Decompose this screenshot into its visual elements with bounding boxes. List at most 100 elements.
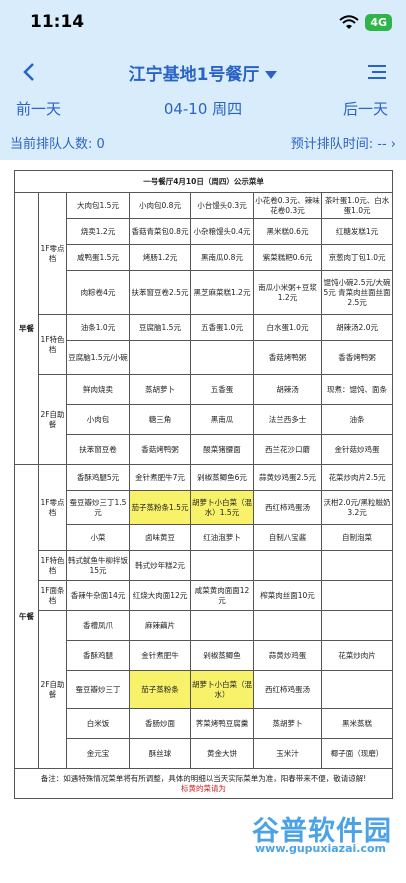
menu-cell: 扶苯窗豆卷2.5元 [129,270,191,315]
menu-cell: 香辣牛杂面14元 [66,580,130,611]
queue-count: 当前排队人数: 0 [10,137,105,152]
menu-cell: 黑南瓜0.8元 [190,244,254,271]
menu-cell: 鲜肉烧卖 [66,374,130,405]
menu-cell: 白米饭 [66,708,130,739]
nav-bar: 江宁基地1号餐厅 [0,52,406,92]
menu-cell: 油条 [320,404,394,435]
menu-cell [253,550,322,581]
menu-cell: 蒜黄炒鸡蛋2.5元 [253,464,322,491]
menu-cell: 白水蛋1.0元 [253,314,322,341]
menu-cell: 茄子蒸粉条 [129,670,191,709]
menu-row: 1F特色档 韩式鱿鱼牛柳拌饭15元 韩式炒年糕2元 [15,550,394,581]
menu-cell: 小花卷0.3元、辣味花卷0.3元 [253,192,322,219]
watermark-logo: 谷普软件园 www.gupuxiazai.com [242,809,392,859]
menu-cell: 红糖发糕1元 [320,218,394,245]
menu-cell: 自制八宝酱 [253,524,322,551]
menu-row: 香酥鸡腿 金针煮肥牛 剁椒蒸鲫鱼 蒜黄炒鸡蛋 花菜炒肉片 [15,640,394,671]
section-label: 1F特色档 [38,314,67,375]
menu-image: 一号餐厅4月10日（周四）公示菜单 早餐 1F零点档 大肉包1.5元 小肉包0.8元小… [10,170,400,865]
menu-row: 小肉包 糖三角 黑南瓜 法兰西多士 油条 [15,404,394,435]
menu-cell: 黑米蒸糕 [320,708,394,739]
menu-cell: 香酥鸡腿5元 [66,464,130,491]
menu-list-icon[interactable] [368,64,386,80]
menu-cell: 玉米汁 [253,738,322,769]
menu-cell: 豆腐脑1.5元 [129,314,191,341]
menu-cell: 茄子蒸粉条1.5元 [129,490,191,525]
menu-row: 2F自助餐 鲜肉烧卖 蒸胡萝卜 五香蛋 胡辣汤 现煮：馄饨、面条 [15,374,394,465]
menu-cell: 现煮：馄饨、面条 [320,374,394,405]
menu-cell [190,550,254,581]
menu-cell: 红烧大肉面12元 [129,580,191,611]
menu-cell: 黑南瓜 [190,404,254,435]
menu-row: 豆腐脑1.5元/小碗 香菇烤鸭粥 香香烤鸭粥 [15,340,394,375]
note-row: 备注：如遇特殊情况菜单将有所调整，具体的明细以当天实际菜单为准，阳春带来不便，敬… [13,768,394,799]
menu-row: 早餐 1F零点档 大肉包1.5元 小肉包0.8元 小台馒头0.3元 小花卷0.3元、辣味花… [14,192,394,465]
menu-cell: 茶叶蛋1.0元、白水蛋1.0元 [320,192,394,219]
menu-row: 咸鸭蛋1.5元 烤肠1.2元 黑南瓜0.8元 紫菜糕粑0.6元 京葱肉丁包1.0元 [15,244,394,271]
menu-row: 扶苯窗豆卷 香菇烤鸭粥 酸菜猪腰面 西兰花沙口蘑 金针菇炒鸡蛋 [15,434,394,465]
menu-cell: 韩式鱿鱼牛柳拌饭15元 [66,550,130,581]
menu-row: 午餐 1F零点档 香酥鸡腿5元 金针煮肥牛7元 剁椒蒸鲫鱼6元 蒜黄炒鸡蛋2.5元 花菜炒肉… [14,464,394,769]
queue-time[interactable]: 预计排队时间: -- › [291,133,396,152]
menu-note: 备注：如遇特殊情况菜单将有所调整，具体的明细以当天实际菜单为准，阳春带来不便，敬… [40,773,367,783]
menu-cell: 扶苯窗豆卷 [66,434,130,465]
menu-cell [320,610,394,641]
date-navigation: 前一天 04-10 周四 后一天 [0,96,406,124]
chevron-right-icon: › [390,137,396,152]
menu-cell: 西兰花沙口蘑 [253,434,322,465]
menu-cell: 糖三角 [129,404,191,435]
wifi-icon [339,14,359,29]
menu-cell: 小菜 [66,524,130,551]
dropdown-caret-icon [265,71,278,79]
menu-cell: 法兰西多士 [253,404,322,435]
menu-cell: 香槽凤爪 [66,610,130,641]
menu-cell: 京葱肉丁包1.0元 [320,244,394,271]
menu-cell: 小杂粮馒头0.4元 [190,218,254,245]
menu-cell: 花菜炒肉片2.5元 [320,464,394,491]
status-icons: 4G [339,14,392,31]
menu-row: 金元宝 酥丝球 黄金大饼 玉米汁 椰子面（现磨） [15,738,394,769]
menu-cell: 胡萝卜小白菜（混水）1.5元 [190,490,254,525]
menu-cell: 馄饨小碗2.5元/大碗5元 青菜肉丝面丝面2.5元 [320,270,394,315]
menu-cell: 五香蛋 [190,374,254,405]
section-label: 1F零点档 [38,464,67,551]
menu-cell: 胡辣汤2.0元 [320,314,394,341]
menu-cell: 韩式炒年糕2元 [129,550,191,581]
menu-cell: 大肉包1.5元 [66,192,130,219]
menu-cell: 小肉包 [66,404,130,435]
menu-row: 白米饭 香肠炒面 荠菜烤鸭豆腐羹 蒸胡萝卜 黑米蒸糕 [15,708,394,739]
menu-cell: 红油泡萝卜 [190,524,254,551]
next-day-button[interactable]: 后一天 [343,98,388,119]
menu-cell: 香菇烤鸭粥 [253,340,322,375]
app-header: 11:14 4G 江宁基地1号餐厅 前一天 04-10 周四 后一天 当前排队人… [0,0,406,160]
menu-cell [320,550,394,581]
menu-cell: 黑芝麻菜糕1.2元 [190,270,254,315]
menu-cell: 香香烤鸭粥 [320,340,394,375]
menu-cell: 黄金大饼 [190,738,254,769]
restaurant-selector[interactable]: 江宁基地1号餐厅 [0,60,406,85]
section-label: 2F自助餐 [38,374,67,465]
menu-cell: 椰子面（现磨） [320,738,394,769]
menu-row: 肉粽卷4元 扶苯窗豆卷2.5元 黑芝麻菜糕1.2元 南瓜小米粥+豆浆1.2元 馄饨小碗2… [15,270,394,315]
menu-cell: 烤肠1.2元 [129,244,191,271]
menu-cell [253,610,322,641]
menu-cell: 剁椒蒸鲫鱼6元 [190,464,254,491]
menu-cell: 胡萝卜小白菜（混水） [190,670,254,709]
menu-cell: 金针菇炒鸡蛋 [320,434,394,465]
menu-cell: 五香蛋1.0元 [190,314,254,341]
menu-cell: 卤味黄豆 [129,524,191,551]
menu-note-cell: 备注：如遇特殊情况菜单将有所调整，具体的明细以当天实际菜单为准，阳春带来不便，敬… [13,768,394,799]
section-label: 1F特色档 [38,550,67,581]
menu-cell: 小肉包0.8元 [129,192,191,219]
menu-cell: 剁椒蒸鲫鱼 [190,640,254,671]
menu-cell: 西红柿鸡蛋汤 [253,490,322,525]
menu-cell: 胡辣汤 [253,374,322,405]
menu-row: 1F特色档 油条1.0元 豆腐脑1.5元 五香蛋1.0元 白水蛋1.0元 胡辣汤2.0元 [15,314,394,375]
menu-cell: 香菇青菜包0.8元 [129,218,191,245]
section-label: 1F面条档 [38,580,67,611]
menu-cell [320,580,394,611]
menu-row: 烧卖1.2元 香菇青菜包0.8元 小杂粮馒头0.4元 黑米糕0.6元 红糖发糕1元 [15,218,394,245]
menu-cell: 咸菜黄肉面面12元 [190,580,254,611]
watermark-url: www.gupuxiazai.com [255,842,386,855]
menu-table: 一号餐厅4月10日（周四）公示菜单 早餐 1F零点档 大肉包1.5元 小肉包0.8元小… [13,170,394,799]
